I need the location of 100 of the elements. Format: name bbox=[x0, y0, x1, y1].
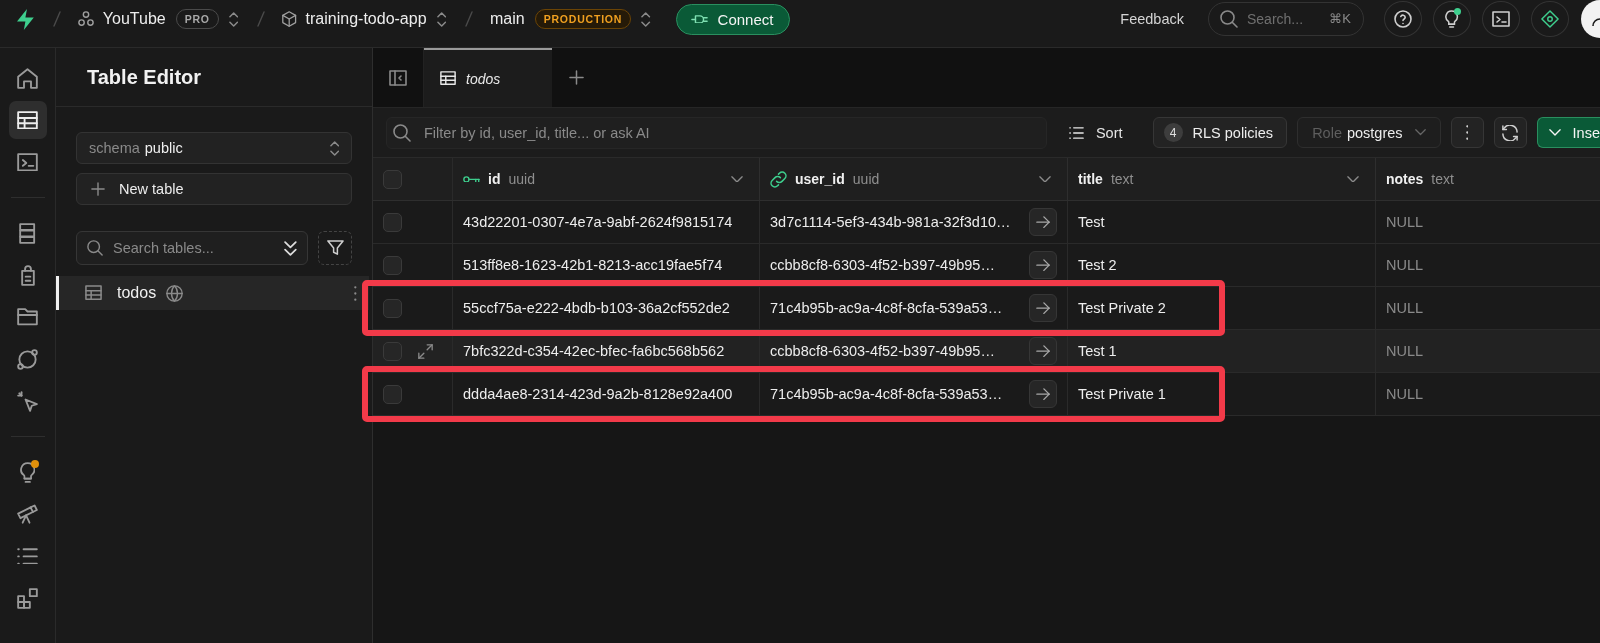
chevron-down-icon[interactable] bbox=[1347, 175, 1359, 183]
arrow-right-icon bbox=[1036, 301, 1050, 315]
column-name: user_id bbox=[795, 171, 845, 187]
table-cell: 7bfc322d-c354-42ec-bfec-fa6bc568b562 bbox=[453, 330, 760, 372]
chevron-down-icon[interactable] bbox=[1039, 175, 1051, 183]
refresh-icon bbox=[1502, 124, 1519, 141]
table-cell-text: NULL bbox=[1385, 385, 1425, 404]
lock-icon bbox=[20, 264, 35, 286]
organization-button[interactable]: YouTube bbox=[77, 10, 166, 28]
table-cell-text: NULL bbox=[1385, 342, 1425, 361]
separator-icon bbox=[464, 11, 473, 27]
table-icon bbox=[85, 285, 102, 301]
branch-button[interactable]: main bbox=[489, 10, 525, 28]
chevron-updown-icon[interactable] bbox=[641, 11, 651, 27]
lightbulb-icon bbox=[1445, 10, 1459, 28]
expand-icon[interactable] bbox=[418, 343, 433, 359]
column-header[interactable]: id uuid bbox=[453, 158, 760, 200]
column-header[interactable]: notes text bbox=[1376, 158, 1600, 200]
row-checkbox[interactable] bbox=[383, 341, 402, 361]
column-type: text bbox=[1110, 171, 1134, 187]
arrow-right-icon bbox=[1036, 344, 1050, 358]
feedback-button[interactable]: Feedback bbox=[1120, 11, 1184, 27]
table-cell: 43d22201-0307-4e7a-9abf-2624f9815174 bbox=[453, 201, 760, 243]
blocks-icon bbox=[17, 587, 38, 609]
separator-icon bbox=[52, 11, 61, 27]
column-name: id bbox=[488, 171, 501, 187]
connect-button[interactable]: Connect bbox=[675, 3, 791, 35]
bolt-logo-icon[interactable] bbox=[17, 8, 34, 30]
filter-button[interactable] bbox=[318, 231, 352, 265]
table-row[interactable]: 55ccf75a-e222-4bdb-b103-36a2cf552de2 71c4b95b-ac9a-4c8f-8cfa-539a53… Test Private 2 NULL bbox=[373, 287, 1600, 330]
tab[interactable]: todos bbox=[424, 48, 552, 107]
table-cell: ccbb8cf8-6303-4f52-b397-49b95… bbox=[770, 257, 995, 273]
project-button[interactable]: training-todo-app bbox=[282, 10, 427, 28]
house-icon bbox=[17, 67, 38, 89]
help-icon bbox=[1394, 10, 1412, 28]
table-cell: 513ff8e8-1623-42b1-8213-acc19fae5f74 bbox=[453, 244, 760, 286]
chevron-updown-icon[interactable] bbox=[228, 11, 239, 27]
rls-policies-button[interactable]: 4 RLS policies bbox=[1152, 117, 1288, 148]
row-checkbox[interactable] bbox=[383, 384, 402, 404]
column-header[interactable]: title text bbox=[1068, 158, 1376, 200]
new-table-button[interactable]: New table bbox=[76, 173, 352, 205]
arrow-right-icon bbox=[1036, 215, 1050, 229]
search-icon bbox=[87, 240, 103, 256]
chevron-down-icon bbox=[1548, 129, 1561, 136]
arrow-right-icon bbox=[1036, 387, 1050, 401]
cursor-icon bbox=[17, 390, 38, 412]
table-cell: Test Private 1 bbox=[1068, 373, 1376, 415]
table-row[interactable]: 43d22201-0307-4e7a-9abf-2624f9815174 3d7c1114-5ef3-434b-981a-32f3d10… Test NULL bbox=[373, 201, 1600, 244]
chevrons-down-icon[interactable] bbox=[284, 241, 297, 256]
row-checkbox[interactable] bbox=[383, 255, 402, 275]
schema-select[interactable]: schema public bbox=[76, 132, 352, 164]
separator-icon bbox=[257, 11, 266, 27]
table-cell-text: NULL bbox=[1385, 213, 1425, 232]
table-cell: Test 1 bbox=[1068, 330, 1376, 372]
arrow-right-icon bbox=[1036, 258, 1050, 272]
row-checkbox[interactable] bbox=[383, 212, 402, 232]
select-all-checkbox[interactable] bbox=[383, 169, 402, 189]
role-select[interactable]: Role postgres bbox=[1297, 117, 1441, 148]
folder-icon bbox=[17, 308, 38, 326]
go-to-button[interactable] bbox=[1029, 251, 1057, 279]
plus-icon[interactable] bbox=[568, 70, 584, 85]
circles-icon bbox=[77, 11, 94, 27]
key-icon bbox=[463, 175, 480, 183]
link-icon bbox=[770, 170, 787, 188]
insert-button[interactable]: Inse bbox=[1536, 117, 1600, 148]
kebab-icon bbox=[1465, 125, 1469, 140]
table-cell: ddda4ae8-2314-423d-9a2b-8128e92a400 bbox=[453, 373, 760, 415]
chevron-updown-icon[interactable] bbox=[436, 11, 446, 27]
nav-button[interactable] bbox=[8, 101, 47, 139]
column-type: uuid bbox=[508, 171, 535, 187]
column-name: title bbox=[1078, 171, 1103, 187]
plus-icon bbox=[91, 182, 105, 196]
avatar[interactable] bbox=[1580, 0, 1600, 38]
kebab-icon[interactable] bbox=[354, 285, 357, 301]
cube-icon bbox=[282, 11, 297, 27]
search-icon bbox=[1220, 10, 1238, 28]
refresh-button[interactable] bbox=[1493, 117, 1527, 148]
telescope-icon bbox=[17, 504, 38, 524]
filter-field[interactable]: Filter by id, user_id, title... or ask AI bbox=[386, 116, 1047, 149]
panel-collapse-icon[interactable] bbox=[389, 69, 407, 86]
terminal-icon bbox=[1492, 11, 1510, 27]
table-name[interactable]: todos bbox=[117, 284, 157, 302]
sort-button[interactable]: Sort bbox=[1056, 117, 1135, 148]
go-to-button[interactable] bbox=[1029, 208, 1057, 236]
table-list-item[interactable]: todos bbox=[56, 276, 369, 310]
column-header[interactable]: user_id uuid bbox=[760, 158, 1068, 200]
go-to-button[interactable] bbox=[1029, 294, 1057, 322]
go-to-button[interactable] bbox=[1029, 337, 1057, 365]
database-icon bbox=[19, 222, 36, 244]
lightbulb-icon bbox=[19, 461, 36, 483]
row-checkbox[interactable] bbox=[383, 298, 402, 318]
table-cell: 71c4b95b-ac9a-4c8f-8cfa-539a53… bbox=[770, 386, 1003, 402]
search-field[interactable]: Search tables... bbox=[76, 231, 308, 265]
table-row[interactable]: 513ff8e8-1623-42b1-8213-acc19fae5f74 ccbb8cf8-6303-4f52-b397-49b95… Test 2 NULL bbox=[373, 244, 1600, 287]
table-row[interactable]: ddda4ae8-2314-423d-9a2b-8128e92a400 71c4b95b-ac9a-4c8f-8cfa-539a53… Test Private 1 NULL bbox=[373, 373, 1600, 416]
funnel-icon bbox=[326, 240, 344, 256]
chevron-down-icon[interactable] bbox=[731, 175, 743, 183]
table-cell-text: NULL bbox=[1385, 256, 1425, 275]
go-to-button[interactable] bbox=[1029, 380, 1057, 408]
list-icon bbox=[1068, 126, 1084, 139]
